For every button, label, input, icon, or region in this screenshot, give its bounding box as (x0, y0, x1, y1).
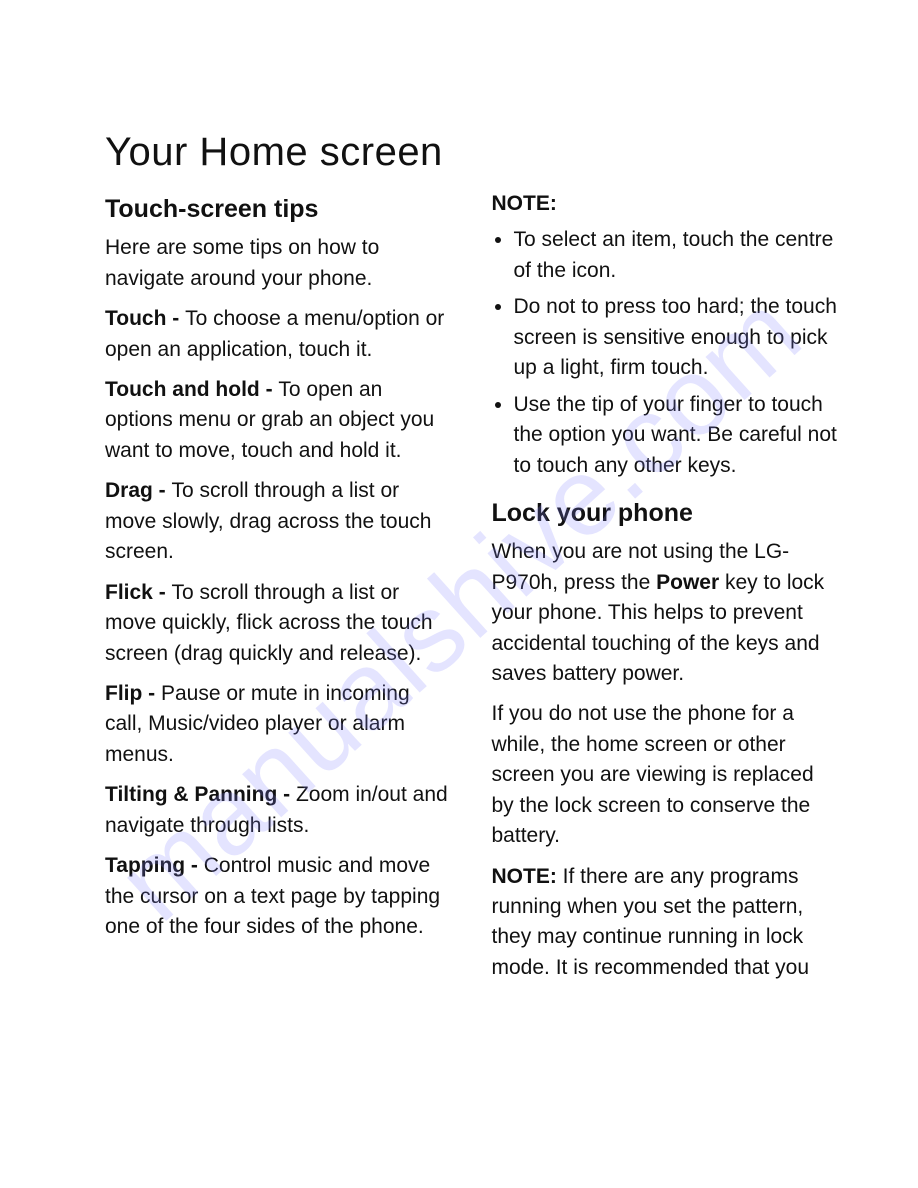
tip-tapping: Tapping - Control music and move the cur… (105, 851, 452, 942)
intro-paragraph: Here are some tips on how to navigate ar… (105, 233, 452, 294)
touch-tips-heading: Touch-screen tips (105, 191, 452, 227)
right-column: NOTE: To select an item, touch the centr… (492, 189, 839, 993)
tip-drag: Drag - To scroll through a list or move … (105, 476, 452, 567)
list-item: Do not to press too hard; the touch scre… (514, 292, 839, 383)
tip-term: Flick - (105, 581, 172, 604)
note-label: NOTE: (492, 189, 839, 219)
lock-paragraph-3: NOTE: If there are any programs running … (492, 862, 839, 984)
lock-phone-heading: Lock your phone (492, 495, 839, 531)
power-key-label: Power (656, 571, 719, 594)
tip-term: Touch - (105, 307, 185, 330)
list-item: Use the tip of your finger to touch the … (514, 390, 839, 481)
tip-term: Tapping - (105, 854, 204, 877)
note-list: To select an item, touch the centre of t… (492, 225, 839, 481)
left-column: Touch-screen tips Here are some tips on … (105, 189, 452, 993)
tip-tilting: Tilting & Panning - Zoom in/out and navi… (105, 780, 452, 841)
list-item: To select an item, touch the centre of t… (514, 225, 839, 286)
lock-paragraph-2: If you do not use the phone for a while,… (492, 699, 839, 851)
tip-term: Flip - (105, 682, 161, 705)
tip-flick: Flick - To scroll through a list or move… (105, 578, 452, 669)
tip-term: Tilting & Panning - (105, 783, 296, 806)
tip-touch-hold: Touch and hold - To open an options menu… (105, 375, 452, 466)
tip-touch: Touch - To choose a menu/option or open … (105, 304, 452, 365)
tip-flip: Flip - Pause or mute in incoming call, M… (105, 679, 452, 770)
page-title: Your Home screen (105, 130, 838, 175)
tip-term: Drag - (105, 479, 172, 502)
tip-term: Touch and hold - (105, 378, 278, 401)
two-column-layout: Touch-screen tips Here are some tips on … (105, 189, 838, 993)
note-inline-label: NOTE: (492, 865, 557, 888)
lock-paragraph-1: When you are not using the LG-P970h, pre… (492, 537, 839, 689)
